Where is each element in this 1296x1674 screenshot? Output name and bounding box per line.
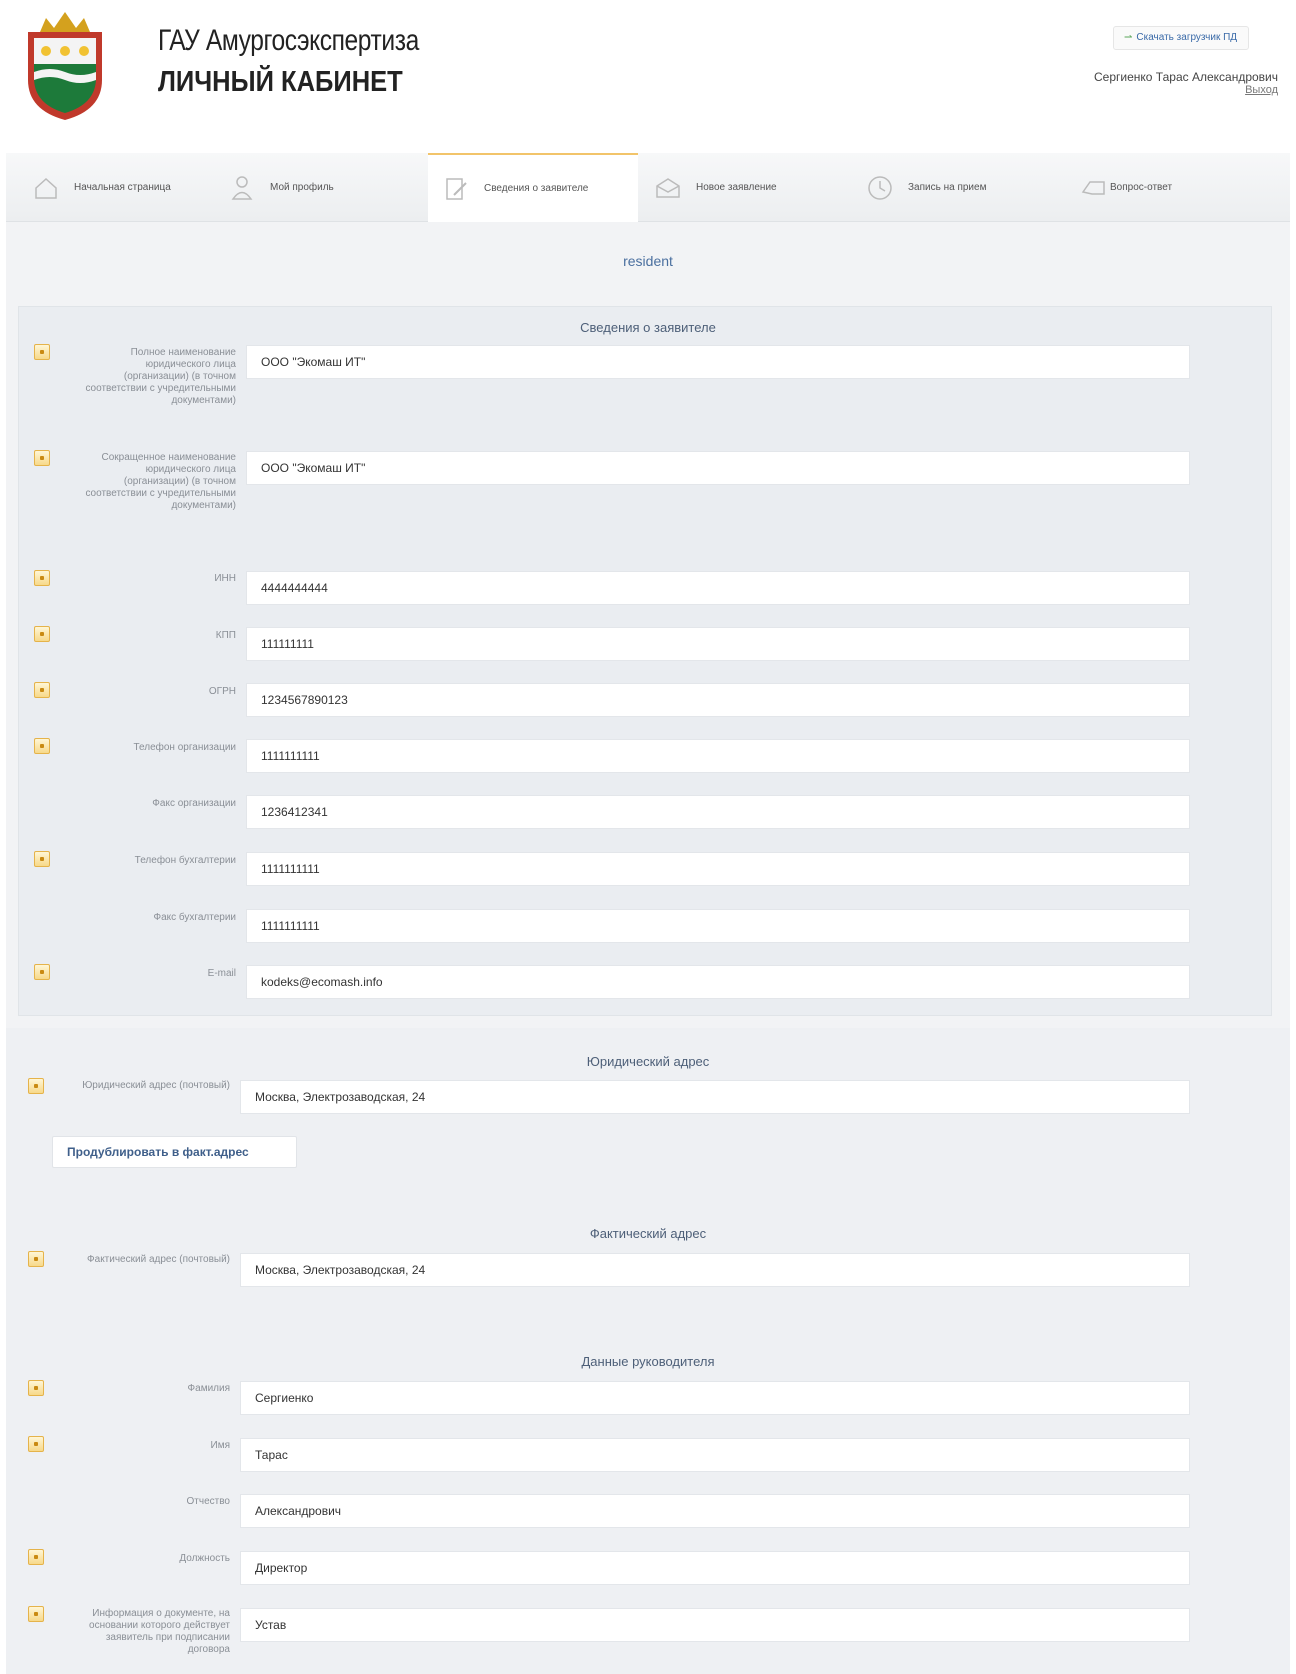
required-marker-icon — [34, 570, 50, 586]
download-loader-button[interactable]: ⇀ Скачать загрузчик ПД — [1113, 26, 1249, 50]
download-arrow-icon: ⇀ — [1124, 32, 1133, 43]
short-name-input[interactable]: ООО "Экомаш ИТ" — [246, 451, 1190, 485]
org-title: ГАУ Амургосэкспертиза — [158, 24, 419, 57]
accounting-phone-input[interactable]: 1111111111 — [246, 852, 1190, 886]
edit-document-icon — [446, 177, 467, 200]
field-label-short-name: Сокращенное наименование юридического ли… — [85, 452, 236, 511]
actual-address-input[interactable]: Москва, Электрозаводская, 24 — [240, 1253, 1190, 1287]
required-marker-icon — [28, 1606, 44, 1622]
nav-label: Вопрос-ответ — [1110, 182, 1173, 193]
nav-new-application[interactable]: Новое заявление — [654, 153, 777, 222]
coat-of-arms-logo — [28, 12, 102, 120]
authority-document-input[interactable]: Устав — [240, 1608, 1190, 1642]
account-login: resident — [623, 253, 673, 269]
field-label-authority-document: Информация о документе, на основании кот… — [89, 1608, 230, 1655]
logout-link[interactable]: Выход — [1245, 84, 1278, 96]
field-label-full-name: Полное наименование юридического лица (о… — [85, 347, 236, 406]
clock-icon — [868, 175, 892, 200]
field-label-ogrn: ОГРН — [208, 686, 236, 697]
field-label-patronymic: Отчество — [186, 1496, 230, 1507]
download-button-label: Скачать загрузчик ПД — [1136, 32, 1238, 43]
house-icon — [35, 177, 57, 199]
required-marker-icon — [34, 738, 50, 754]
field-label-accounting-phone: Телефон бухгалтерии — [134, 855, 236, 866]
required-marker-icon — [28, 1251, 44, 1267]
section-title-legal-address: Юридический адрес — [586, 1054, 710, 1069]
kpp-input[interactable]: 111111111 — [246, 627, 1190, 661]
last-name-input[interactable]: Сергиенко — [240, 1381, 1190, 1415]
chat-icon — [1081, 180, 1105, 195]
patronymic-input[interactable]: Александрович — [240, 1494, 1190, 1528]
required-marker-icon — [34, 344, 50, 360]
required-marker-icon — [34, 626, 50, 642]
main-nav: Начальная страница Мой профиль Сведения … — [6, 153, 1290, 222]
org-phone-input[interactable]: 1111111111 — [246, 739, 1190, 773]
user-name: Сергиенко Тарас Александрович — [1094, 70, 1278, 84]
required-marker-icon — [34, 682, 50, 698]
required-marker-icon — [34, 964, 50, 980]
field-label-email: E-mail — [207, 968, 236, 979]
nav-faq[interactable]: Вопрос-ответ — [1080, 153, 1172, 222]
required-marker-icon — [28, 1436, 44, 1452]
section-title-director: Данные руководителя — [581, 1354, 715, 1369]
field-label-last-name: Фамилия — [187, 1383, 230, 1394]
nav-label: Начальная страница — [74, 182, 171, 193]
field-label-org-phone: Телефон организации — [133, 742, 236, 753]
section-title-applicant: Сведения о заявителе — [580, 320, 716, 335]
email-input[interactable]: kodeks@ecomash.info — [246, 965, 1190, 999]
nav-label: Запись на прием — [908, 182, 987, 193]
position-input[interactable]: Директор — [240, 1551, 1190, 1585]
required-marker-icon — [28, 1078, 44, 1094]
inn-input[interactable]: 4444444444 — [246, 571, 1190, 605]
field-label-position: Должность — [179, 1553, 230, 1564]
nav-applicant-info[interactable]: Сведения о заявителе — [428, 153, 638, 222]
required-marker-icon — [28, 1549, 44, 1565]
field-label-inn: ИНН — [214, 573, 236, 584]
required-marker-icon — [34, 851, 50, 867]
duplicate-address-button[interactable]: Продублировать в факт.адрес — [52, 1136, 297, 1168]
page-header: ГАУ Амургосэкспертиза ЛИЧНЫЙ КАБИНЕТ ⇀ Ск… — [0, 0, 1296, 150]
field-label-org-fax: Факс организации — [152, 798, 236, 809]
field-label-first-name: Имя — [210, 1440, 230, 1451]
field-label-kpp: КПП — [215, 630, 236, 641]
required-marker-icon — [34, 450, 50, 466]
cabinet-title: ЛИЧНЫЙ КАБИНЕТ — [158, 66, 403, 98]
nav-label: Сведения о заявителе — [484, 183, 589, 194]
field-label-accounting-fax: Факс бухгалтерии — [153, 912, 236, 923]
nav-home[interactable]: Начальная страница — [32, 153, 171, 222]
first-name-input[interactable]: Тарас — [240, 1438, 1190, 1472]
section-title-actual-address: Фактический адрес — [589, 1226, 707, 1241]
envelope-icon — [656, 177, 680, 198]
nav-profile[interactable]: Мой профиль — [228, 153, 334, 222]
accounting-fax-input[interactable]: 1111111111 — [246, 909, 1190, 943]
user-icon — [231, 175, 253, 200]
nav-label: Новое заявление — [696, 182, 777, 193]
required-marker-icon — [28, 1380, 44, 1396]
full-name-input[interactable]: ООО "Экомаш ИТ" — [246, 345, 1190, 379]
legal-address-input[interactable]: Москва, Электрозаводская, 24 — [240, 1080, 1190, 1114]
nav-appointment[interactable]: Запись на прием — [866, 153, 986, 222]
ogrn-input[interactable]: 1234567890123 — [246, 683, 1190, 717]
field-label-legal-address: Юридический адрес (почтовый) — [82, 1080, 230, 1091]
field-label-actual-address: Фактический адрес (почтовый) — [87, 1254, 230, 1265]
org-fax-input[interactable]: 1236412341 — [246, 795, 1190, 829]
nav-label: Мой профиль — [270, 182, 334, 193]
